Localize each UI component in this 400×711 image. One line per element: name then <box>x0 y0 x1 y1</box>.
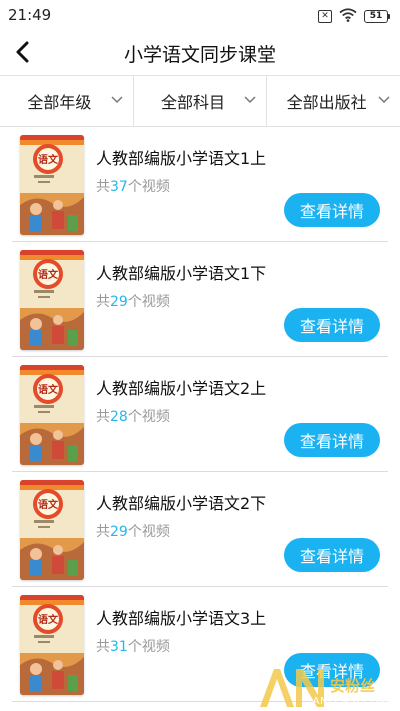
watermark-brand: 安粉丝 <box>330 677 375 695</box>
filter-subject[interactable]: 全部科目 <box>134 76 268 126</box>
video-count-number: 29 <box>110 524 128 540</box>
filter-grade-label: 全部年级 <box>27 93 92 112</box>
page-title: 小学语文同步课堂 <box>123 44 276 66</box>
video-count-number: 28 <box>110 409 128 425</box>
filter-publisher[interactable]: 全部出版社 <box>267 76 400 126</box>
filter-grade[interactable]: 全部年级 <box>0 76 134 126</box>
filter-bar: 全部年级 全部科目 全部出版社 <box>0 75 400 127</box>
video-count-number: 29 <box>110 294 128 310</box>
book-list: 语文 人教部编版小学语文1上 共37个视频 查看详情 语文 人教部编版小学语文1… <box>0 127 400 702</box>
video-count: 共31个视频 <box>96 639 170 655</box>
watermark-logo: 安粉丝 ANFENSI.COM <box>256 665 396 709</box>
battery-icon: 51 <box>364 10 390 23</box>
book-title: 人教部编版小学语文1上 <box>96 149 267 168</box>
list-item[interactable]: 语文 人教部编版小学语文1上 共37个视频 查看详情 <box>12 127 388 242</box>
video-count-number: 37 <box>110 179 128 195</box>
list-item[interactable]: 语文 人教部编版小学语文1下 共29个视频 查看详情 <box>12 242 388 357</box>
book-cover-image: 语文 <box>20 595 84 695</box>
book-title: 人教部编版小学语文3上 <box>96 609 267 628</box>
status-time: 21:49 <box>8 6 52 24</box>
list-item[interactable]: 语文 人教部编版小学语文2下 共29个视频 查看详情 <box>12 472 388 587</box>
book-cover-image: 语文 <box>20 480 84 580</box>
video-count-number: 31 <box>110 639 128 655</box>
book-cover-image: 语文 <box>20 365 84 465</box>
wifi-icon <box>339 7 357 26</box>
view-details-button[interactable]: 查看详情 <box>284 423 380 457</box>
title-bar: 小学语文同步课堂 <box>0 30 400 75</box>
book-title: 人教部编版小学语文2上 <box>96 379 267 398</box>
chevron-down-icon <box>111 96 123 104</box>
status-bar: 21:49 ✕ 51 <box>0 0 400 30</box>
watermark-domain: ANFENSI.COM <box>312 696 388 707</box>
svg-text:语文: 语文 <box>38 498 59 511</box>
svg-text:语文: 语文 <box>38 613 59 626</box>
book-cover-image: 语文 <box>20 250 84 350</box>
video-count: 共29个视频 <box>96 524 170 540</box>
chevron-down-icon <box>378 96 390 104</box>
battery-level: 51 <box>364 10 388 23</box>
view-details-button[interactable]: 查看详情 <box>284 308 380 342</box>
video-count: 共29个视频 <box>96 294 170 310</box>
filter-subject-label: 全部科目 <box>161 93 226 112</box>
status-icons: ✕ 51 <box>318 7 390 26</box>
no-sim-icon: ✕ <box>318 10 332 23</box>
filter-publisher-label: 全部出版社 <box>286 93 367 112</box>
list-item[interactable]: 语文 人教部编版小学语文2上 共28个视频 查看详情 <box>12 357 388 472</box>
svg-text:语文: 语文 <box>38 383 59 396</box>
video-count: 共37个视频 <box>96 179 170 195</box>
book-title: 人教部编版小学语文1下 <box>96 264 267 283</box>
svg-text:语文: 语文 <box>38 153 59 166</box>
svg-text:语文: 语文 <box>38 268 59 281</box>
view-details-button[interactable]: 查看详情 <box>284 193 380 227</box>
chevron-down-icon <box>244 96 256 104</box>
video-count: 共28个视频 <box>96 409 170 425</box>
book-title: 人教部编版小学语文2下 <box>96 494 267 513</box>
book-cover-image: 语文 <box>20 135 84 235</box>
view-details-button[interactable]: 查看详情 <box>284 538 380 572</box>
